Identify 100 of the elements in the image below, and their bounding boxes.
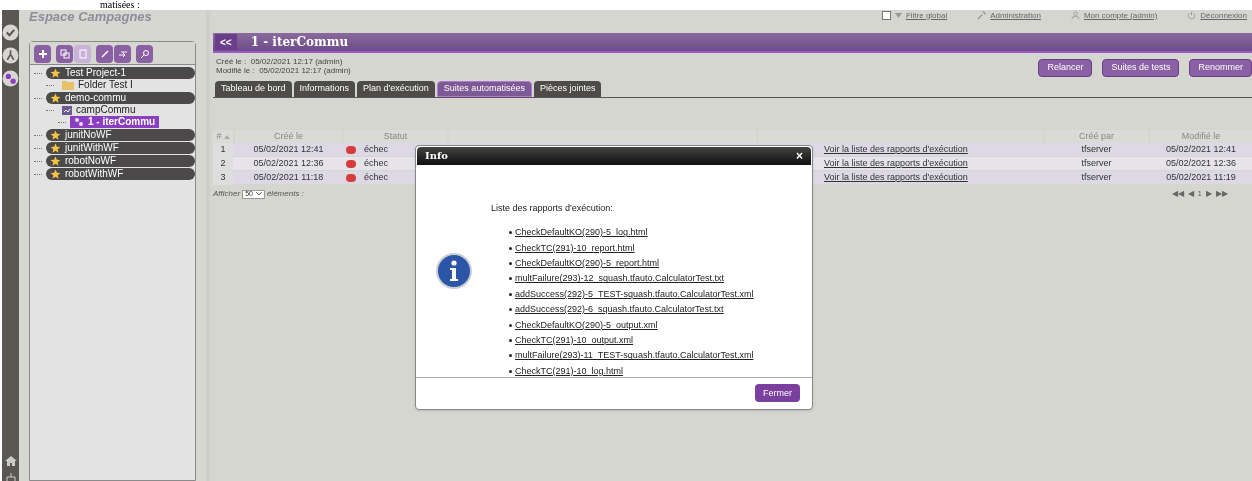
close-dialog-button[interactable]: Fermer: [755, 384, 800, 403]
tree-icon[interactable]: [4, 473, 17, 481]
tree-node[interactable]: robotWithWF: [45, 168, 195, 180]
wrench-icon: [977, 11, 987, 20]
toolbar-button[interactable]: [34, 45, 51, 63]
tree-node[interactable]: junitWithWF: [45, 142, 195, 154]
user-icon: [1070, 11, 1080, 20]
bullet-icon: [509, 262, 512, 266]
toolbar-button[interactable]: [56, 45, 73, 63]
table-cell-text: 05/02/2021 12:36: [252, 157, 325, 170]
bullet-icon: [509, 339, 512, 343]
report-link[interactable]: CheckTC(291)-10_report.html: [515, 242, 635, 254]
pagination-button[interactable]: ◀◀: [1171, 188, 1184, 200]
report-link[interactable]: CheckDefaultKO(290)-5_report.html: [515, 258, 660, 270]
top-link[interactable]: Administration: [990, 9, 1041, 22]
meta-text: Modifié le : 05/02/2021 12:17 (admin): [216, 66, 351, 75]
tab[interactable]: Plan d'exécution: [357, 81, 435, 97]
report-link[interactable]: CheckDefaultKO(290)-5_log.html: [515, 227, 648, 239]
pagination-button[interactable]: ◀: [1187, 188, 1194, 200]
bullet-icon: [509, 369, 512, 373]
report-link[interactable]: multFailure(293)-11_TEST-squash.tfauto.CalculatorTest.xml: [515, 350, 754, 362]
column-header: #: [213, 130, 233, 144]
close-button[interactable]: ×: [796, 149, 803, 162]
page-heading: matisées :: [100, 0, 140, 10]
table-cell: 1: [213, 143, 233, 157]
bullet-icon: [509, 246, 512, 250]
star-icon: [49, 129, 61, 141]
table-cell-text: 05/02/2021 12:36: [1164, 157, 1238, 170]
top-link[interactable]: Filtre global: [905, 9, 948, 22]
column-header: Modifié le: [1150, 130, 1252, 144]
tab[interactable]: Tableau de bord: [215, 81, 292, 97]
action-button[interactable]: Suites de tests: [1102, 59, 1180, 77]
report-link[interactable]: CheckTC(291)-10_log.html: [515, 365, 624, 377]
star-icon: [49, 142, 61, 154]
page-title: 1 - iterCommu: [250, 34, 349, 51]
tree-node[interactable]: robotNoWF: [45, 155, 195, 167]
power-icon: [1187, 11, 1197, 20]
caret-icon: [255, 192, 262, 196]
bullet-icon: [509, 354, 512, 358]
table-cell-text: 05/02/2021 12:41: [1164, 143, 1238, 156]
status-text: échec: [364, 143, 389, 156]
check-icon[interactable]: [2, 24, 19, 41]
table-cell-text: tfserver: [1080, 143, 1113, 156]
home-icon[interactable]: [3, 455, 18, 467]
tree-node[interactable]: campCommu: [58, 104, 140, 116]
filter-icon: [894, 13, 902, 18]
copy-icon: [59, 49, 70, 59]
table-cell-text: 05/02/2021 11:18: [252, 171, 325, 184]
campaign-icon: [62, 105, 72, 115]
top-link[interactable]: Déconnexion: [1200, 9, 1247, 22]
column-header: Créé par: [1045, 130, 1148, 144]
report-link[interactable]: multFailure(293)-12_squash.tfauto.CalculatorTest.txt: [515, 273, 725, 285]
toolbar-button[interactable]: [114, 45, 131, 63]
arrows-icon: [117, 49, 128, 59]
column-header: Statut: [344, 130, 447, 144]
tab[interactable]: Pièces jointes: [533, 81, 602, 97]
table-cell-text: 05/02/2021 11:19: [1165, 171, 1237, 184]
tree-node[interactable]: Folder Test I: [58, 79, 137, 91]
action-button[interactable]: Relancer: [1038, 59, 1093, 77]
tab[interactable]: Suites automatisées: [436, 81, 532, 97]
bullet-icon: [509, 308, 512, 312]
star-icon: [49, 67, 61, 79]
pagination-button[interactable]: 1: [1197, 188, 1202, 200]
tree-node[interactable]: demo-commu: [45, 92, 195, 104]
dialog-title: Info: [425, 149, 448, 164]
tab[interactable]: Informations: [293, 81, 356, 97]
report-link[interactable]: CheckTC(291)-10_output.xml: [515, 335, 634, 347]
table-cell: 2: [213, 157, 233, 171]
report-link[interactable]: addSuccess(292)-6_squash.tfauto.CalculatorTest.txt: [515, 304, 724, 316]
table-cell-text: tfserver: [1080, 157, 1113, 170]
table-cell: 3: [213, 171, 233, 185]
toolbar-button[interactable]: [96, 45, 113, 63]
status-text: échec: [364, 157, 389, 170]
tree-node[interactable]: 1 - iterCommu: [70, 116, 160, 128]
pencil-icon: [99, 49, 110, 59]
report-link[interactable]: addSuccess(292)-5_TEST-squash.tfauto.CalculatorTest.xml: [515, 288, 754, 300]
action-button[interactable]: Renommer: [1189, 59, 1252, 77]
bullet-icon: [509, 277, 512, 281]
status-text: échec: [364, 171, 389, 184]
bullet-icon: [509, 231, 512, 235]
star-icon: [49, 92, 61, 104]
tree-node[interactable]: junitNoWF: [45, 129, 195, 141]
gears-icon[interactable]: [2, 70, 19, 87]
toolbar-button[interactable]: [136, 45, 153, 63]
top-link[interactable]: Mon compte (admin): [1083, 9, 1158, 22]
column-header: Créé le: [235, 130, 342, 144]
bullet-icon: [509, 323, 512, 327]
pagination-button[interactable]: ▶: [1206, 188, 1212, 200]
pagination-button[interactable]: ▶▶: [1216, 188, 1228, 200]
meta-text: Créé le : 05/02/2021 12:17 (admin): [216, 57, 344, 66]
branch-icon[interactable]: [2, 47, 19, 64]
checkbox[interactable]: [881, 11, 891, 20]
clipboard-icon: [77, 49, 88, 59]
page-size-label: éléments :: [266, 188, 304, 200]
plus-icon: [37, 49, 48, 59]
table-cell-text: tfserver: [1080, 171, 1113, 184]
back-button[interactable]: <<: [215, 34, 237, 50]
tree-node[interactable]: Test Project-1: [45, 67, 195, 79]
report-link[interactable]: CheckDefaultKO(290)-5_output.xml: [515, 319, 658, 331]
iteration-icon: [74, 117, 84, 127]
